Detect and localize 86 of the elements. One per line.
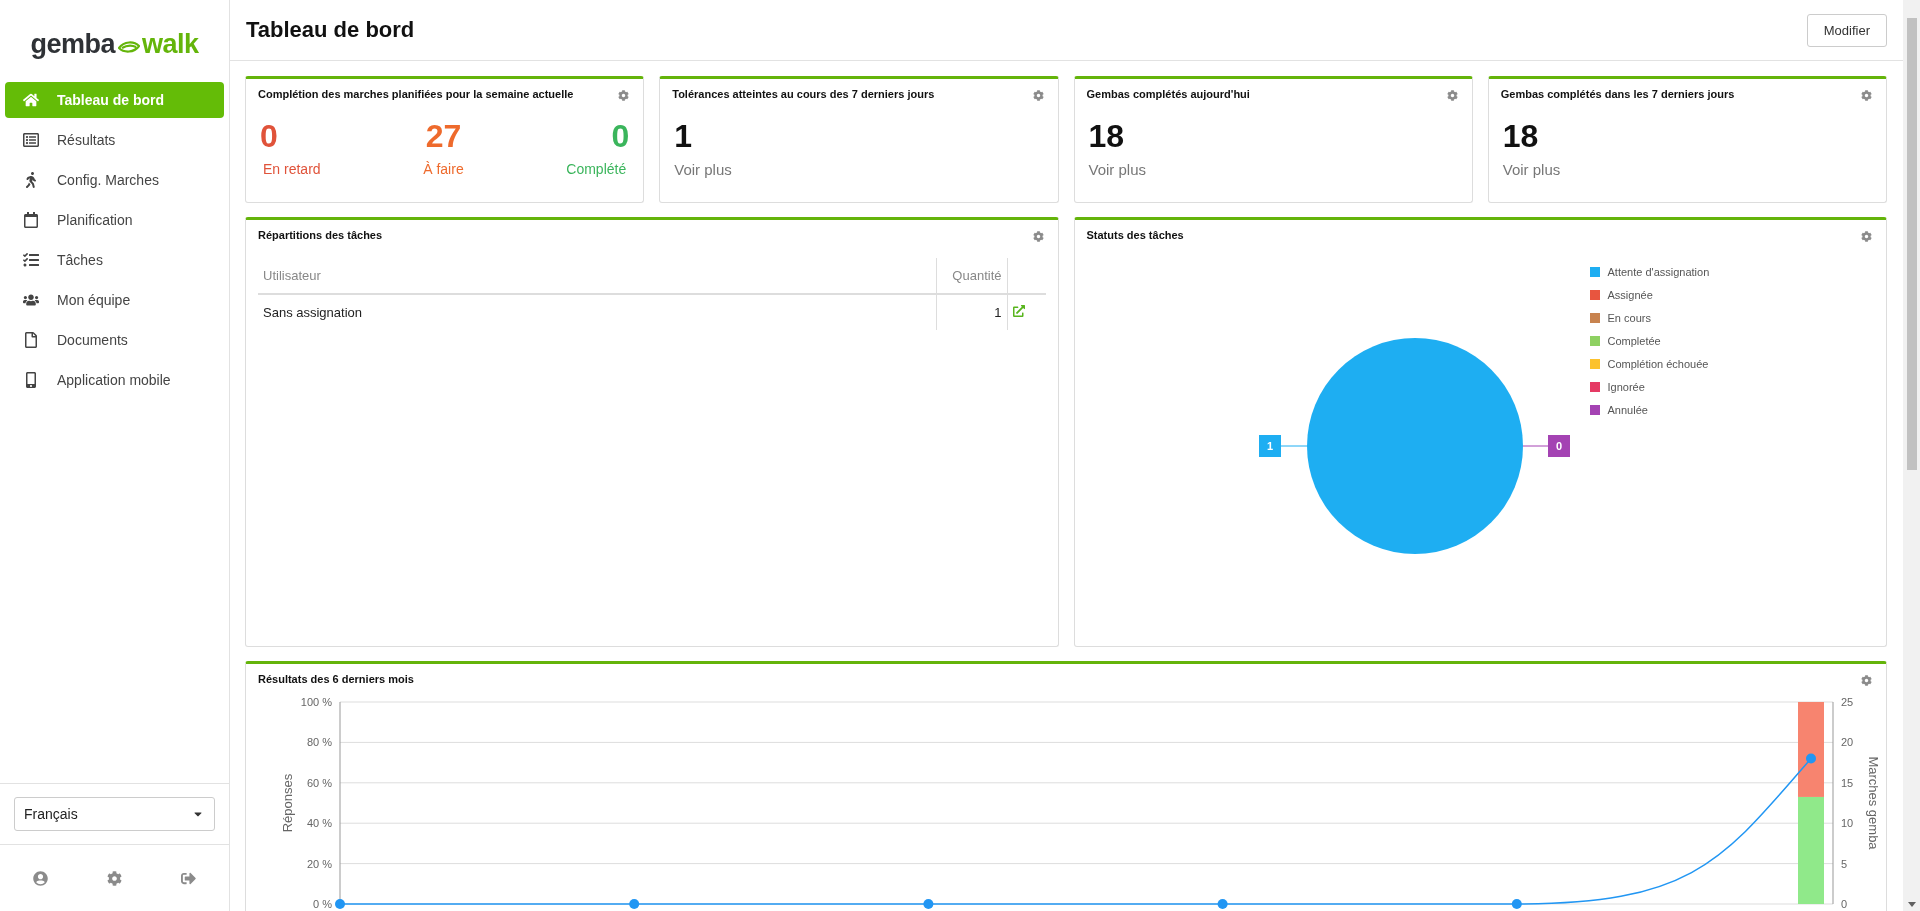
people-icon <box>23 292 39 308</box>
axis-tick-label: 0 % <box>313 898 332 910</box>
nav-item[interactable]: Planification <box>5 202 224 238</box>
axis-tick-label: 15 <box>1841 776 1854 789</box>
legend-label: Attente d'assignation <box>1607 265 1710 278</box>
data-label: 0 <box>1522 435 1570 457</box>
stat-value: 0 <box>611 117 630 155</box>
axis-tick-label: 100 % <box>300 696 332 708</box>
card-title: Tolérances atteintes au cours des 7 derniers jours <box>672 88 935 100</box>
nav-item[interactable]: Résultats <box>5 122 224 158</box>
table-cell: 1 <box>936 294 1007 330</box>
axis-tick-label: 0 <box>1841 898 1848 910</box>
card-title: Gembas complétés aujourd'hui <box>1086 88 1250 100</box>
see-more-link[interactable]: Voir plus <box>1074 155 1161 178</box>
legend-label: Assignée <box>1607 288 1653 301</box>
settings-icon[interactable] <box>1032 90 1044 101</box>
settings-icon[interactable] <box>1861 231 1872 242</box>
table-cell: Sans assignation <box>258 294 936 330</box>
see-more-link[interactable]: Voir plus <box>1488 155 1575 178</box>
axis-tick-label: 80 % <box>306 736 332 749</box>
settings-icon[interactable] <box>618 90 630 101</box>
data-label: 1 <box>1258 435 1307 457</box>
nav-item[interactable]: Documents <box>5 322 224 358</box>
nav-item[interactable]: Application mobile <box>5 362 224 398</box>
data-label: 1 <box>1266 440 1273 452</box>
data-point <box>1511 899 1522 909</box>
axis-tick-label: 25 <box>1841 696 1854 708</box>
settings-icon[interactable] <box>1032 231 1044 242</box>
settings-icon[interactable] <box>1861 675 1872 686</box>
data-point <box>923 899 934 909</box>
nav-item[interactable]: Config. Marches <box>5 162 224 198</box>
settings-icon[interactable] <box>1446 90 1458 101</box>
data-point <box>629 899 640 909</box>
axis-tick-label: 60 % <box>306 776 332 789</box>
legend-label: Complétion échouée <box>1607 357 1709 370</box>
scroll-down-arrow[interactable] <box>1907 902 1916 907</box>
axis-tick-label: 5 <box>1841 857 1848 870</box>
stat-value: 1 <box>673 117 694 155</box>
axis-tick-label: 20 <box>1841 736 1854 749</box>
card-title: Résultats des 6 derniers mois <box>258 673 414 685</box>
edit-button[interactable]: Modifier <box>1806 13 1887 47</box>
see-more-link[interactable]: Voir plus <box>660 155 746 178</box>
card-title: Répartitions des tâches <box>258 229 383 241</box>
page-title: Tableau de bord <box>246 17 415 43</box>
card-title: Statuts des tâches <box>1086 229 1184 241</box>
stat-value: 0 <box>260 117 278 155</box>
column-header: Utilisateur <box>258 258 936 294</box>
logout-icon[interactable] <box>180 870 196 886</box>
language-select[interactable]: Français <box>14 797 215 831</box>
data-point <box>1217 899 1228 909</box>
nav-item[interactable]: Tâches <box>5 242 224 278</box>
file-icon <box>23 332 39 348</box>
legend-label: En cours <box>1607 311 1651 324</box>
scrollbar-thumb[interactable] <box>1906 18 1917 470</box>
stat-label: En retard <box>262 161 322 177</box>
stat-value: 27 <box>425 117 462 155</box>
column-header: Quantité <box>936 258 1007 294</box>
legend-label: Ignorée <box>1607 380 1645 393</box>
list-icon <box>23 132 39 148</box>
stat-value: 18 <box>1501 117 1540 155</box>
data-point <box>335 899 345 909</box>
scrollbar[interactable] <box>1903 0 1920 911</box>
house-icon <box>23 92 39 108</box>
calendar-icon <box>23 212 39 228</box>
stat-value: 18 <box>1087 117 1126 155</box>
data-point <box>1806 753 1816 764</box>
user-icon[interactable] <box>33 870 49 886</box>
card-title: Gembas complétés dans les 7 derniers jours <box>1500 88 1735 100</box>
phone-icon <box>23 372 39 388</box>
settings-icon[interactable] <box>1861 90 1872 101</box>
legend-label: Completée <box>1607 334 1661 347</box>
checklist-icon <box>23 252 39 268</box>
axis-tick-label: 20 % <box>306 857 332 870</box>
axis-tick-label: 40 % <box>306 817 332 830</box>
logo: gemba walk <box>29 27 200 61</box>
legend-label: Annulée <box>1607 403 1648 416</box>
axis-tick-label: 10 <box>1841 817 1854 830</box>
external-link-icon[interactable] <box>1012 305 1025 317</box>
settings-icon[interactable] <box>107 870 122 886</box>
nav-item[interactable]: Mon équipe <box>5 282 224 318</box>
card-title: Complétion des marches planifiées pour la semaine actuelle <box>258 88 574 100</box>
stat-label: À faire <box>422 161 465 177</box>
walking-person-icon <box>23 172 39 188</box>
stat-label: Complété <box>565 161 628 177</box>
axis-title: Réponses <box>280 773 295 833</box>
axis-title: Marches gemba <box>1866 756 1881 850</box>
